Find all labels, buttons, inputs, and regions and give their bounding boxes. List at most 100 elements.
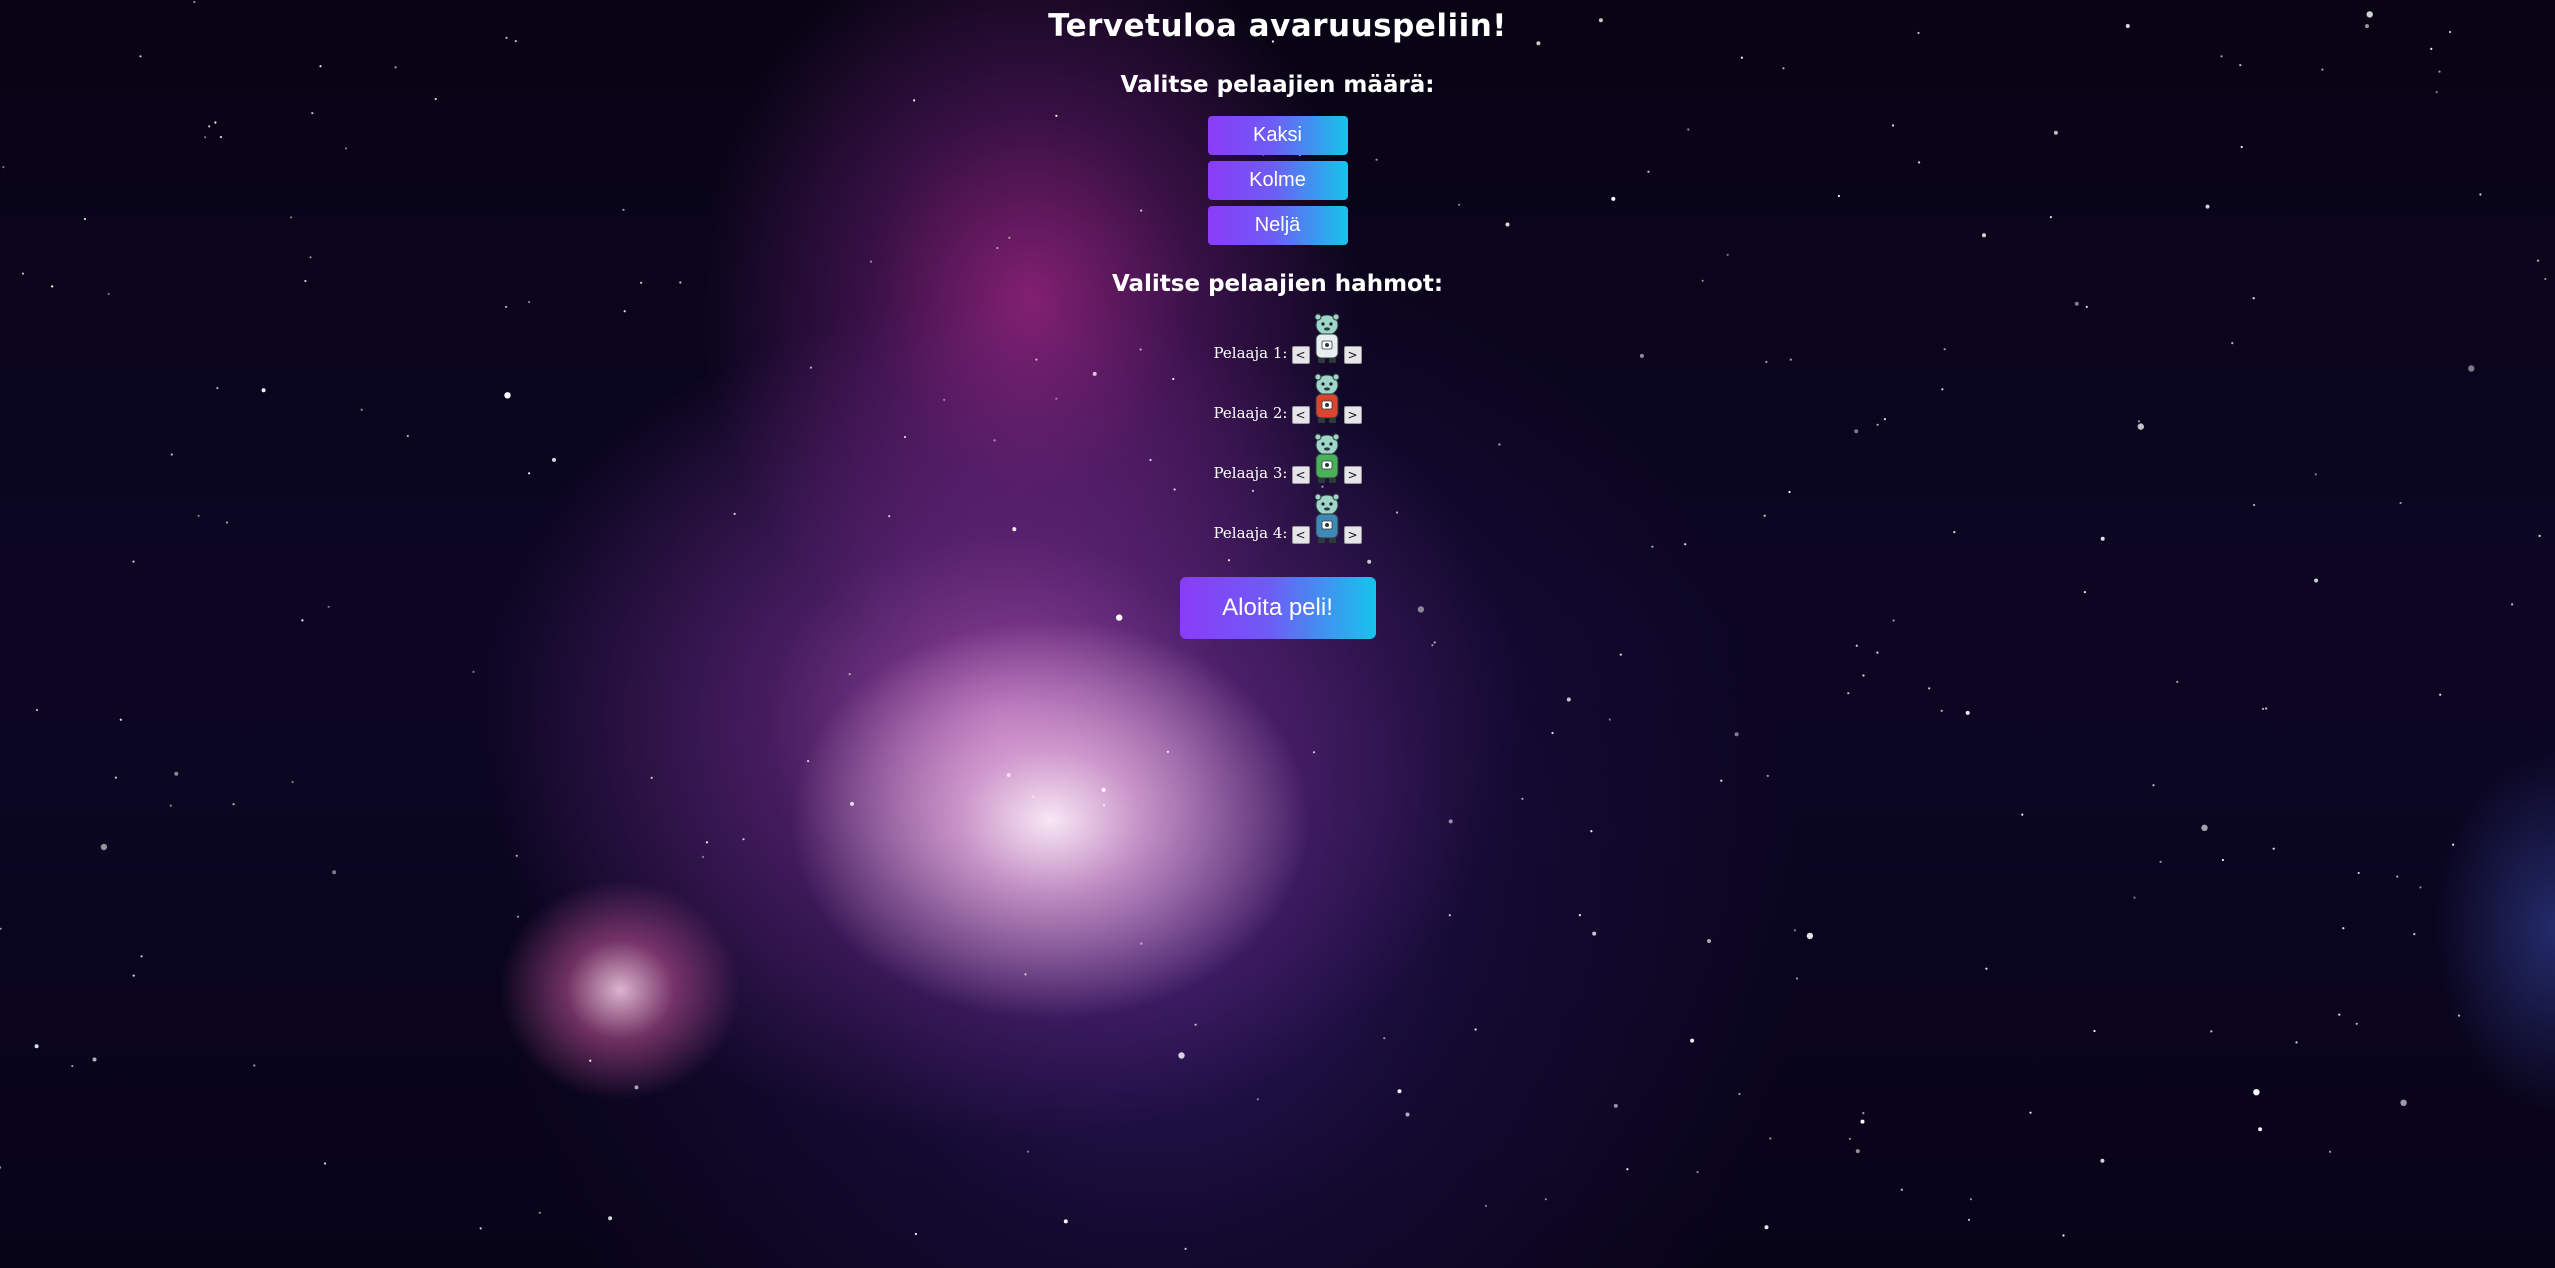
star bbox=[1608, 718, 1611, 721]
player-4-next-button[interactable]: > bbox=[1343, 526, 1362, 544]
star bbox=[34, 1044, 39, 1049]
star bbox=[169, 804, 172, 807]
star bbox=[634, 1085, 639, 1090]
star bbox=[1178, 1052, 1185, 1059]
star bbox=[2342, 927, 2345, 930]
player-1-next-button[interactable]: > bbox=[1343, 346, 1362, 364]
star bbox=[1969, 1198, 1972, 1201]
star bbox=[291, 780, 294, 784]
star bbox=[1766, 774, 1769, 778]
star bbox=[1734, 732, 1739, 737]
player-4-row: Pelaaja 4: < > bbox=[1198, 493, 1362, 553]
star bbox=[2062, 1234, 2065, 1237]
star bbox=[2176, 680, 2179, 684]
star bbox=[2439, 693, 2442, 696]
star bbox=[1707, 939, 1711, 943]
star bbox=[1397, 1089, 1402, 1094]
player-character-list: Pelaaja 1: < > Pelaaja 2: < > Pelaaja 3:… bbox=[1198, 313, 1362, 553]
star bbox=[1578, 914, 1581, 917]
star bbox=[1103, 804, 1106, 807]
start-game-button[interactable]: Aloita peli! bbox=[1179, 577, 1376, 639]
star bbox=[2295, 1041, 2298, 1044]
star bbox=[2262, 707, 2265, 711]
star bbox=[1696, 1171, 1699, 1174]
star bbox=[2396, 875, 2399, 878]
star bbox=[1764, 1225, 1769, 1230]
star bbox=[1965, 710, 1970, 715]
star bbox=[2253, 1089, 2260, 1096]
star bbox=[1613, 1103, 1618, 1108]
star bbox=[1590, 830, 1593, 833]
star bbox=[479, 1227, 482, 1230]
character-select-heading: Valitse pelaajien hahmot: bbox=[1111, 271, 1444, 297]
star bbox=[1024, 973, 1027, 976]
star bbox=[140, 955, 143, 958]
star bbox=[742, 838, 745, 841]
star bbox=[132, 974, 135, 977]
star bbox=[1626, 1168, 1629, 1171]
star bbox=[1184, 1247, 1187, 1250]
star bbox=[1063, 1219, 1068, 1224]
star bbox=[1312, 751, 1316, 754]
star bbox=[848, 673, 851, 676]
player-4-label: Pelaaja 4: bbox=[1213, 524, 1288, 542]
count-three-button[interactable]: Kolme bbox=[1207, 161, 1348, 200]
star bbox=[2210, 1030, 2213, 1033]
star bbox=[1876, 651, 1879, 654]
player-2-prev-button[interactable]: < bbox=[1291, 406, 1310, 424]
star bbox=[1140, 942, 1143, 945]
star bbox=[1619, 653, 1622, 656]
star bbox=[1769, 1137, 1772, 1140]
star bbox=[2329, 1150, 2332, 1153]
white-suited-character-icon bbox=[1314, 313, 1339, 363]
star bbox=[1484, 1204, 1488, 1207]
star bbox=[850, 801, 854, 806]
star bbox=[701, 855, 705, 859]
star bbox=[2258, 1127, 2263, 1132]
star bbox=[1448, 914, 1451, 917]
star bbox=[2272, 847, 2275, 850]
player-count-heading: Valitse pelaajien määrä: bbox=[1120, 72, 1435, 98]
count-four-button[interactable]: Neljä bbox=[1207, 206, 1348, 245]
player-3-prev-button[interactable]: < bbox=[1291, 466, 1310, 484]
star bbox=[1383, 1037, 1386, 1040]
star bbox=[2100, 1158, 2105, 1163]
player-3-next-button[interactable]: > bbox=[1343, 466, 1362, 484]
star bbox=[1900, 1188, 1903, 1191]
star bbox=[1521, 797, 1524, 800]
star bbox=[538, 1211, 541, 1214]
player-1-prev-button[interactable]: < bbox=[1291, 346, 1310, 364]
star bbox=[1544, 1198, 1547, 1201]
player-2-label: Pelaaja 2: bbox=[1213, 404, 1288, 422]
star bbox=[100, 843, 108, 851]
star bbox=[650, 776, 653, 780]
star bbox=[1194, 1023, 1197, 1026]
star bbox=[2152, 784, 2155, 787]
star bbox=[119, 718, 122, 721]
star bbox=[2029, 1111, 2032, 1114]
player-1-label: Pelaaja 1: bbox=[1213, 344, 1288, 362]
star bbox=[1405, 1112, 1410, 1117]
start-menu: Tervetuloa avaruuspeliin! Valitse pelaaj… bbox=[0, 0, 2555, 639]
star bbox=[2400, 1099, 2407, 1107]
green-suited-character-icon bbox=[1314, 433, 1339, 483]
star bbox=[1566, 697, 1571, 702]
star bbox=[332, 870, 337, 875]
star bbox=[2357, 871, 2360, 875]
star bbox=[2133, 896, 2136, 899]
star bbox=[1855, 644, 1858, 647]
star bbox=[114, 776, 117, 779]
star bbox=[1032, 795, 1035, 798]
star bbox=[1006, 773, 1011, 777]
star bbox=[253, 1064, 256, 1067]
count-two-button[interactable]: Kaksi bbox=[1207, 116, 1348, 155]
star bbox=[705, 841, 709, 844]
star bbox=[472, 670, 475, 674]
star bbox=[1847, 692, 1850, 695]
star bbox=[2413, 933, 2416, 936]
player-2-next-button[interactable]: > bbox=[1343, 406, 1362, 424]
player-4-prev-button[interactable]: < bbox=[1291, 526, 1310, 544]
player-1-row: Pelaaja 1: < > bbox=[1198, 313, 1362, 373]
star bbox=[1855, 1149, 1860, 1154]
star bbox=[589, 1059, 592, 1062]
